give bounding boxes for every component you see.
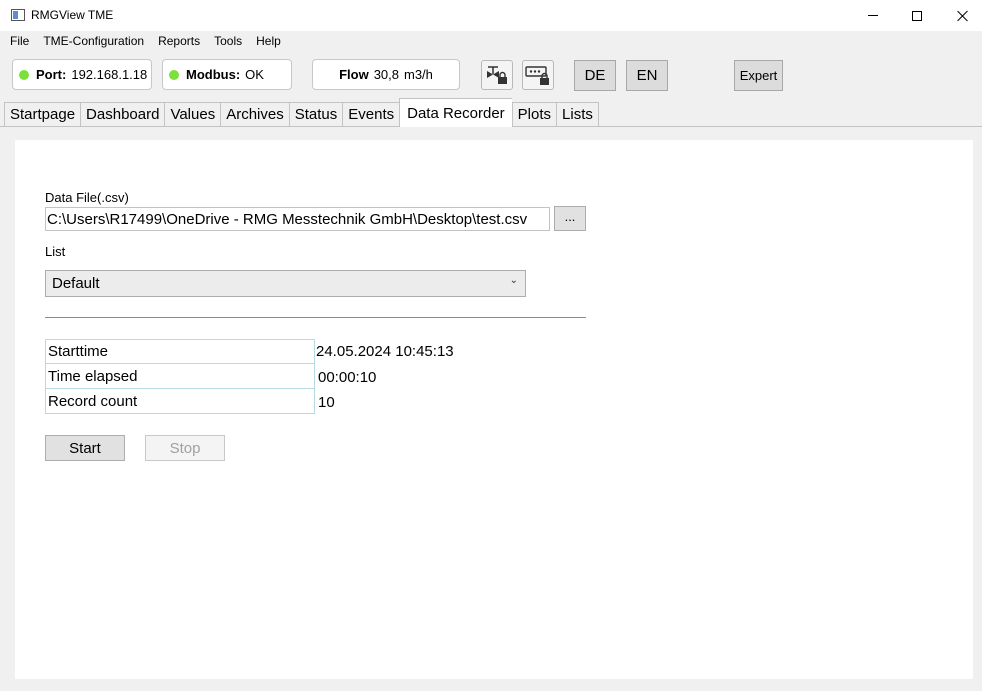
tab-plots[interactable]: Plots	[511, 102, 557, 127]
app-icon	[11, 9, 25, 21]
record-count-value: 10	[318, 394, 335, 411]
tab-events[interactable]: Events	[342, 102, 400, 127]
window-title: RMGView TME	[31, 8, 114, 22]
data-file-input[interactable]: C:\Users\R17499\OneDrive - RMG Messtechn…	[45, 207, 550, 231]
maximize-icon	[912, 10, 922, 21]
password-lock-icon	[525, 66, 549, 85]
menu-reports[interactable]: Reports	[151, 34, 207, 48]
time-elapsed-value: 00:00:10	[318, 369, 377, 386]
expert-button[interactable]: Expert	[734, 60, 783, 91]
stop-button[interactable]: Stop	[145, 435, 225, 461]
menu-bar: File TME-Configuration Reports Tools Hel…	[0, 31, 982, 51]
close-icon	[957, 10, 969, 22]
close-button[interactable]	[940, 0, 982, 31]
flow-status: Flow 30,8 m3/h	[312, 59, 460, 90]
menu-tme-configuration[interactable]: TME-Configuration	[36, 34, 151, 48]
menu-help[interactable]: Help	[249, 34, 288, 48]
language-en-button[interactable]: EN	[626, 60, 668, 91]
record-count-label: Record count	[48, 392, 138, 410]
port-status: Port: 192.168.1.18	[12, 59, 152, 90]
modbus-value: OK	[245, 67, 264, 82]
tab-archives[interactable]: Archives	[220, 102, 289, 127]
browse-file-button[interactable]: ...	[554, 206, 586, 231]
list-selected-value: Default	[52, 275, 100, 292]
maximize-button[interactable]	[894, 0, 940, 31]
flow-label: Flow	[339, 67, 369, 82]
recording-info-table: Starttime Time elapsed Record count	[45, 339, 315, 414]
chevron-down-icon: ⌄	[509, 275, 518, 286]
port-label: Port:	[36, 67, 67, 82]
port-value: 192.168.1.18	[71, 67, 148, 82]
port-status-indicator-icon	[19, 69, 29, 80]
language-de-button[interactable]: DE	[574, 60, 616, 91]
data-file-label: Data File(.csv)	[45, 190, 129, 205]
tab-data-recorder[interactable]: Data Recorder	[399, 98, 512, 127]
separator	[45, 317, 586, 318]
menu-file[interactable]: File	[3, 34, 36, 48]
list-select[interactable]: Default ⌄	[45, 270, 526, 297]
valve-lock-button[interactable]	[481, 60, 513, 90]
time-elapsed-label: Time elapsed	[48, 367, 138, 385]
starttime-value: 24.05.2024 10:45:13	[316, 343, 454, 360]
minimize-button[interactable]	[850, 0, 896, 31]
tab-values[interactable]: Values	[164, 102, 221, 127]
valve-lock-icon	[487, 66, 507, 84]
starttime-label: Starttime	[48, 343, 109, 360]
minimize-icon	[868, 15, 878, 16]
list-label: List	[45, 244, 66, 259]
tab-startpage[interactable]: Startpage	[4, 102, 81, 127]
tab-status[interactable]: Status	[288, 102, 343, 127]
modbus-label: Modbus:	[186, 67, 241, 82]
modbus-status: Modbus: OK	[162, 59, 292, 90]
tab-lists[interactable]: Lists	[556, 102, 599, 127]
tab-dashboard[interactable]: Dashboard	[80, 102, 165, 127]
title-bar: RMGView TME	[0, 0, 982, 31]
password-lock-button[interactable]	[522, 60, 554, 90]
menu-tools[interactable]: Tools	[207, 34, 249, 48]
start-button[interactable]: Start	[45, 435, 125, 461]
info-row-time-elapsed: Time elapsed	[45, 364, 315, 389]
tab-bar: Startpage Dashboard Values Archives Stat…	[4, 98, 599, 127]
info-row-starttime: Starttime	[45, 339, 315, 364]
flow-value: 30,8	[373, 67, 399, 82]
info-row-record-count: Record count	[45, 389, 315, 414]
flow-unit: m3/h	[404, 67, 433, 82]
modbus-status-indicator-icon	[169, 69, 179, 80]
